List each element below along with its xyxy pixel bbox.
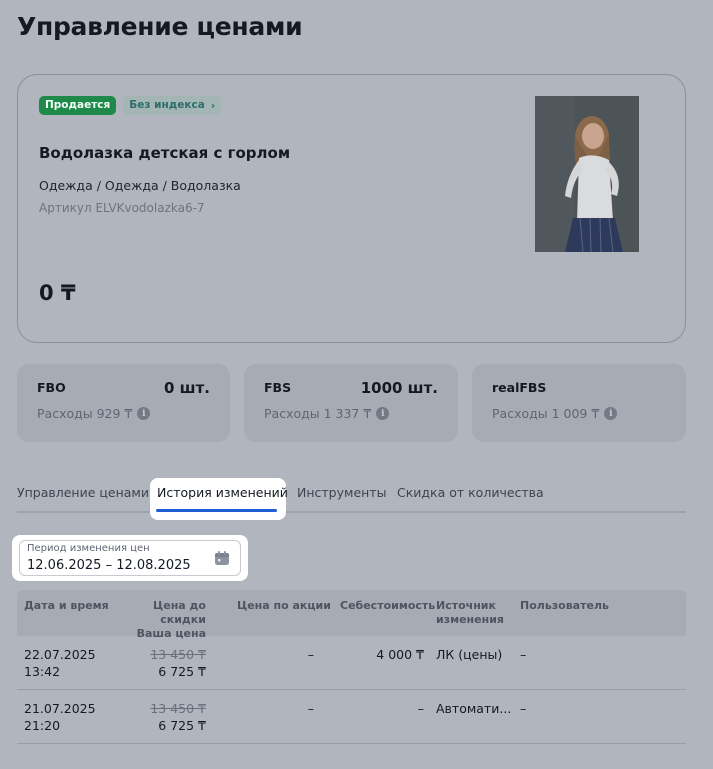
product-photo[interactable]: [535, 96, 639, 252]
stock-fbo: FBO 0 шт. Расходы 929 ₸ i: [17, 364, 230, 442]
row-source: ЛК (цены): [436, 647, 503, 662]
tab-bar: Управление ценами Инструменты Скидка от …: [17, 478, 686, 513]
row-time: 21:20: [24, 718, 61, 733]
stock-cost: Расходы 1 337 ₸ i: [264, 406, 390, 421]
tab-price-management[interactable]: Управление ценами: [17, 485, 149, 500]
stock-fbs: FBS 1000 шт. Расходы 1 337 ₸ i: [244, 364, 458, 442]
product-badges: Продается Без индекса ›: [39, 96, 222, 115]
chevron-right-icon: ›: [210, 99, 216, 112]
row-source: Автомати...: [436, 701, 512, 716]
stock-qty: 0 шт.: [164, 379, 210, 397]
row-user: –: [520, 701, 527, 716]
product-name: Водолазка детская с горлом: [39, 144, 291, 162]
header-user: Пользователь: [520, 599, 609, 612]
info-icon[interactable]: i: [604, 407, 618, 420]
date-range-label: Период изменения цен: [27, 543, 150, 554]
calendar-icon[interactable]: [214, 550, 230, 566]
page-title: Управление ценами: [17, 12, 303, 41]
stock-qty: 1000 шт.: [360, 379, 438, 397]
row-old-price: 13 450 ₸: [150, 701, 206, 716]
active-tab-indicator: [156, 509, 277, 512]
info-icon[interactable]: i: [137, 407, 151, 420]
stock-name: FBS: [264, 380, 292, 395]
product-sku: Артикул ELVKvodolazka6-7: [39, 201, 205, 215]
tab-tools[interactable]: Инструменты: [297, 485, 386, 500]
header-source: Источник изменения: [436, 599, 504, 627]
date-filter-highlight: Период изменения цен 12.06.2025 – 12.08.…: [12, 535, 248, 581]
row-old-price: 13 450 ₸: [150, 647, 206, 662]
info-icon[interactable]: i: [376, 407, 390, 420]
price-history-table: Дата и время Цена до скидки Ваша цена Це…: [17, 590, 686, 744]
product-price: 0 ₸: [39, 281, 76, 305]
row-promo-price: –: [307, 647, 314, 662]
row-cost: 4 000 ₸: [376, 647, 424, 662]
stock-cost-label: Расходы 929 ₸: [37, 406, 133, 421]
table-header: Дата и время Цена до скидки Ваша цена Це…: [17, 590, 686, 640]
header-datetime: Дата и время: [24, 599, 109, 612]
header-cost: Себестоимость: [340, 599, 436, 612]
header-promo-price: Цена по акции: [237, 599, 331, 612]
row-new-price: 6 725 ₸: [158, 718, 206, 733]
header-price-before-line1: Цена до скидки: [153, 599, 206, 626]
tab-history[interactable]: История изменений: [150, 478, 288, 520]
stock-cost: Расходы 929 ₸ i: [37, 406, 151, 421]
stock-cost-label: Расходы 1 009 ₸: [492, 406, 600, 421]
stock-cost-label: Расходы 1 337 ₸: [264, 406, 372, 421]
row-time: 13:42: [24, 664, 61, 679]
header-source-line2: изменения: [436, 613, 504, 626]
row-promo-price: –: [307, 701, 314, 716]
header-price-before: Цена до скидки Ваша цена: [117, 599, 206, 641]
tab-quantity-discount[interactable]: Скидка от количества: [397, 485, 544, 500]
stock-name: FBO: [37, 380, 66, 395]
product-category: Одежда / Одежда / Водолазка: [39, 178, 241, 193]
status-badge: Продается: [39, 96, 117, 115]
table-row: 21.07.2025 21:20 13 450 ₸ 6 725 ₸ – – Ав…: [17, 690, 686, 744]
header-source-line1: Источник: [436, 599, 496, 612]
stock-realfbs: realFBS Расходы 1 009 ₸ i: [472, 364, 686, 442]
stock-name: realFBS: [492, 380, 547, 395]
row-cost: –: [417, 701, 424, 716]
date-range-value: 12.06.2025 – 12.08.2025: [27, 558, 191, 573]
date-range-field[interactable]: Период изменения цен 12.06.2025 – 12.08.…: [19, 540, 241, 576]
table-row: 22.07.2025 13:42 13 450 ₸ 6 725 ₸ – 4 00…: [17, 636, 686, 690]
tab-history-label: История изменений: [157, 485, 288, 500]
index-badge[interactable]: Без индекса ›: [123, 96, 222, 115]
row-date: 22.07.2025: [24, 647, 96, 662]
stock-cost: Расходы 1 009 ₸ i: [492, 406, 618, 421]
index-badge-label: Без индекса: [129, 99, 205, 111]
row-new-price: 6 725 ₸: [158, 664, 206, 679]
row-user: –: [520, 647, 527, 662]
product-card: Продается Без индекса › Водолазка детска…: [17, 74, 686, 343]
row-date: 21.07.2025: [24, 701, 96, 716]
